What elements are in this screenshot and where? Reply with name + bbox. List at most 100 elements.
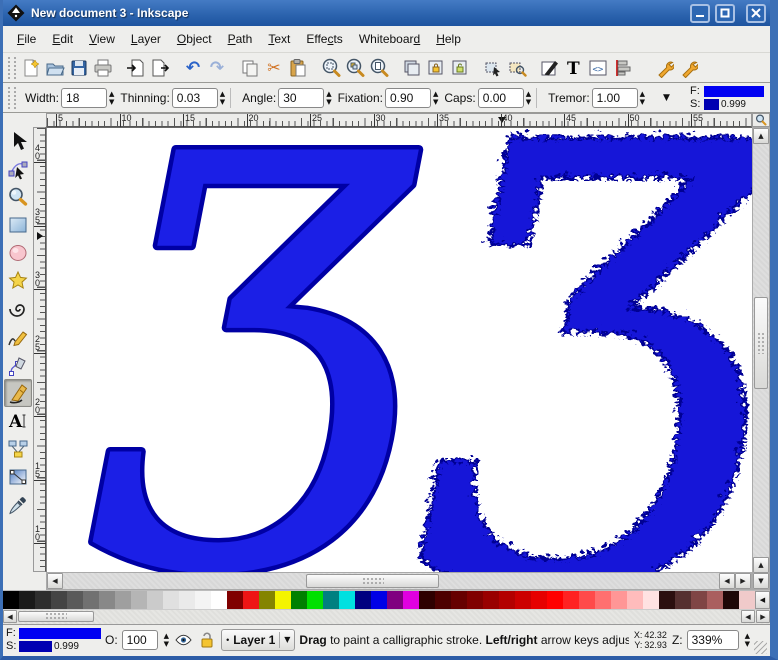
calligraphic-three-scribble[interactable]: Ʒ (415, 128, 752, 572)
select-original-icon[interactable] (481, 55, 505, 81)
open-document-icon[interactable] (43, 55, 67, 81)
palette-swatch[interactable] (147, 591, 163, 609)
angle-input[interactable]: 30 (278, 88, 324, 108)
menu-whiteboard[interactable]: Whiteboard (351, 28, 428, 50)
thinning-input[interactable]: 0.03 (172, 88, 218, 108)
menu-text[interactable]: Text (260, 28, 298, 50)
palette-swatch[interactable] (707, 591, 723, 609)
palette-swatch[interactable] (691, 591, 707, 609)
canvas[interactable]: Ʒ Ʒ (46, 127, 752, 572)
statusbar-fill-stroke-indicator[interactable]: F: S: 0.999 (6, 627, 101, 653)
xml-editor-icon[interactable]: <> (586, 55, 610, 81)
palette-swatch[interactable] (83, 591, 99, 609)
zoom-page-icon[interactable] (367, 55, 391, 81)
new-document-icon[interactable] (19, 55, 43, 81)
zoom-selection-icon[interactable] (319, 55, 343, 81)
edit-find-icon[interactable] (505, 55, 529, 81)
palette-swatch[interactable] (675, 591, 691, 609)
palette-swatch[interactable] (211, 591, 227, 609)
palette-swatch[interactable] (515, 591, 531, 609)
zoom-stepper[interactable]: ▲▼ (745, 632, 750, 648)
palette-swatch[interactable] (579, 591, 595, 609)
fixation-input[interactable]: 0.90 (385, 88, 431, 108)
palette-swatch[interactable] (259, 591, 275, 609)
selector-tool[interactable] (4, 127, 32, 155)
horizontal-scroll-thumb[interactable] (306, 574, 439, 588)
vertical-ruler[interactable]: 40353025201510 (33, 127, 46, 572)
palette-swatch[interactable] (739, 591, 755, 609)
menu-file[interactable]: File (9, 28, 44, 50)
palette-swatch[interactable] (419, 591, 435, 609)
menu-object[interactable]: Object (169, 28, 220, 50)
palette-swatch[interactable] (195, 591, 211, 609)
export-icon[interactable] (148, 55, 172, 81)
palette-swatch[interactable] (483, 591, 499, 609)
palette-swatch[interactable] (339, 591, 355, 609)
tremor-input[interactable]: 1.00 (592, 88, 638, 108)
tool-preferences-icon[interactable] (652, 55, 676, 81)
palette-swatch[interactable] (291, 591, 307, 609)
palette-swatch[interactable] (371, 591, 387, 609)
print-icon[interactable] (91, 55, 115, 81)
palette-swatch[interactable] (323, 591, 339, 609)
options-dropdown-icon[interactable]: ▼ (663, 93, 670, 103)
gradient-tool[interactable] (4, 463, 32, 491)
unlink-clone-icon[interactable] (448, 55, 472, 81)
window-resize-grip[interactable] (754, 641, 767, 654)
fixation-stepper[interactable]: ▲▼ (433, 90, 438, 106)
pen-tool[interactable] (4, 351, 32, 379)
menu-path[interactable]: Path (220, 28, 261, 50)
thinning-stepper[interactable]: ▲▼ (220, 90, 225, 106)
minimize-button[interactable] (690, 4, 710, 23)
palette-swatch[interactable] (435, 591, 451, 609)
pencil-tool[interactable] (4, 323, 32, 351)
star-tool[interactable] (4, 267, 32, 295)
palette-swatch[interactable] (307, 591, 323, 609)
palette-swatch[interactable] (35, 591, 51, 609)
palette-swatch[interactable] (387, 591, 403, 609)
scroll-up-button[interactable]: ▲ (753, 128, 769, 144)
zoom-drawing-icon[interactable] (343, 55, 367, 81)
close-button[interactable] (746, 4, 766, 23)
menu-edit[interactable]: Edit (44, 28, 81, 50)
layer-selector[interactable]: • Layer 1 ▼ (221, 629, 295, 651)
width-stepper[interactable]: ▲▼ (109, 90, 114, 106)
opacity-input[interactable]: 100 (122, 630, 158, 650)
palette-swatch[interactable] (115, 591, 131, 609)
palette-swatch[interactable] (227, 591, 243, 609)
palette-swatch[interactable] (131, 591, 147, 609)
zoom-input[interactable]: 339% (687, 630, 739, 650)
redo-icon[interactable]: ↷ (205, 55, 229, 81)
caps-input[interactable]: 0.00 (478, 88, 524, 108)
text-dialog-icon[interactable]: T (562, 55, 586, 81)
palette-scroll-left-button-2[interactable]: ◀ (741, 610, 755, 623)
tremor-stepper[interactable]: ▲▼ (640, 90, 645, 106)
vertical-scroll-thumb[interactable] (754, 297, 768, 389)
layer-visibility-icon[interactable] (173, 627, 193, 653)
menu-view[interactable]: View (81, 28, 123, 50)
palette-swatch[interactable] (163, 591, 179, 609)
palette-scroll-icon[interactable]: ◀ (755, 591, 770, 609)
palette-swatch[interactable] (179, 591, 195, 609)
copy-icon[interactable] (238, 55, 262, 81)
menu-help[interactable]: Help (428, 28, 469, 50)
scroll-down-button[interactable]: ▼ (753, 573, 769, 589)
scroll-right-button[interactable]: ▶ (735, 573, 751, 589)
palette-swatch[interactable] (467, 591, 483, 609)
node-editor-tool[interactable] (4, 155, 32, 183)
palette-swatch[interactable] (611, 591, 627, 609)
palette-swatch[interactable] (51, 591, 67, 609)
vertical-scrollbar[interactable]: ▲ ▲ ▼ (752, 127, 770, 590)
palette-swatch[interactable] (659, 591, 675, 609)
opacity-stepper[interactable]: ▲▼ (164, 632, 169, 648)
inkscape-preferences-icon[interactable] (676, 55, 700, 81)
align-dialog-icon[interactable] (610, 55, 634, 81)
calligraphic-three-smooth[interactable]: Ʒ (90, 128, 421, 572)
fill-stroke-dialog-icon[interactable] (538, 55, 562, 81)
undo-icon[interactable]: ↶ (181, 55, 205, 81)
fill-swatch[interactable] (19, 628, 101, 639)
save-document-icon[interactable] (67, 55, 91, 81)
horizontal-scrollbar[interactable]: ◀ ◀ ▶ (46, 572, 752, 590)
palette-swatch[interactable] (67, 591, 83, 609)
palette-swatch[interactable] (19, 591, 35, 609)
